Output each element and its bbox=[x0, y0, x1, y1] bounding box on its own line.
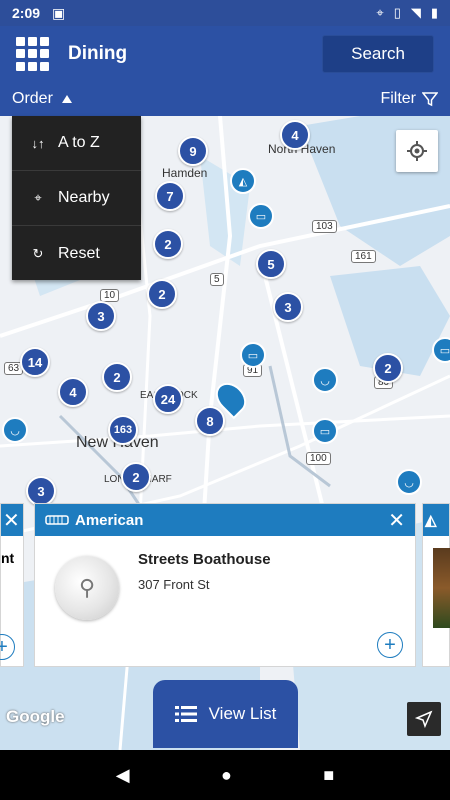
close-icon[interactable]: ✕ bbox=[3, 508, 20, 533]
restaurant-card-right[interactable]: ◭ bbox=[422, 503, 450, 667]
order-menu: ↓↑ A to Z ⌖ Nearby ↻ Reset bbox=[12, 116, 141, 280]
add-icon[interactable]: + bbox=[0, 634, 15, 660]
battery-icon: ▮ bbox=[430, 5, 438, 20]
map-cluster[interactable]: 8 bbox=[195, 406, 225, 436]
map-cluster[interactable]: 2 bbox=[153, 229, 183, 259]
map-cluster[interactable]: 2 bbox=[373, 353, 403, 383]
image-icon: ▣ bbox=[52, 4, 66, 21]
diner-marker-icon[interactable]: ▭ bbox=[312, 418, 338, 444]
restaurant-address: 307 Front St bbox=[138, 577, 210, 592]
app-bar: Dining Search bbox=[0, 26, 450, 82]
filter-label: Filter bbox=[380, 90, 416, 107]
route-shield: 161 bbox=[351, 250, 376, 263]
bowl-marker-icon[interactable]: ◡ bbox=[2, 417, 28, 443]
bowl-marker-icon[interactable]: ◡ bbox=[396, 469, 422, 495]
wifi-icon: ◥ bbox=[410, 5, 421, 20]
navigation-arrow-icon bbox=[415, 710, 433, 728]
map-cluster[interactable]: 14 bbox=[20, 347, 50, 377]
map-cluster[interactable]: 5 bbox=[256, 249, 286, 279]
page-title: Dining bbox=[68, 43, 128, 64]
refresh-icon: ↻ bbox=[32, 245, 44, 261]
food-photo bbox=[433, 548, 450, 628]
map-cluster[interactable]: 3 bbox=[26, 476, 56, 506]
route-shield: 5 bbox=[210, 273, 224, 286]
restaurant-card-left[interactable]: ✕ nt + bbox=[0, 503, 24, 667]
add-icon[interactable]: + bbox=[377, 632, 403, 658]
restaurant-name: Streets Boathouse bbox=[138, 551, 271, 568]
pizza-marker-icon[interactable]: ◭ bbox=[230, 168, 256, 194]
menu-item-label: Reset bbox=[58, 244, 100, 262]
map-cluster[interactable]: 9 bbox=[178, 136, 208, 166]
pizza-icon: ◭ bbox=[423, 504, 449, 536]
menu-item-label: A to Z bbox=[58, 134, 100, 151]
search-button[interactable]: Search bbox=[322, 35, 434, 73]
diner-marker-icon[interactable]: ▭ bbox=[248, 203, 274, 229]
crosshair-icon bbox=[407, 141, 427, 161]
map-cluster[interactable]: 4 bbox=[280, 120, 310, 150]
sort-alpha-icon: ↓↑ bbox=[31, 135, 45, 151]
location-icon: ⌖ bbox=[376, 5, 384, 20]
restaurant-card[interactable]: American ✕ ⚲ Streets Boathouse 307 Front… bbox=[34, 503, 416, 667]
recents-icon[interactable]: ■ bbox=[323, 765, 334, 786]
vibrate-icon: ▯ bbox=[393, 5, 401, 20]
order-reset[interactable]: ↻ Reset bbox=[12, 226, 141, 281]
my-location-button[interactable] bbox=[396, 130, 438, 172]
home-icon[interactable]: ● bbox=[221, 765, 232, 786]
order-nearby[interactable]: ⌖ Nearby bbox=[12, 171, 141, 226]
crosshair-icon: ⌖ bbox=[34, 190, 42, 205]
bowl-marker-icon[interactable]: ◡ bbox=[312, 367, 338, 393]
order-button[interactable]: Order bbox=[12, 90, 73, 108]
status-bar: 2:09 ▣ ⌖ ▯ ◥ ▮ bbox=[0, 0, 450, 26]
route-shield: 103 bbox=[312, 220, 337, 233]
status-time: 2:09 bbox=[12, 5, 41, 21]
order-a-to-z[interactable]: ↓↑ A to Z bbox=[12, 116, 141, 171]
label-hamden: Hamden bbox=[162, 166, 208, 180]
back-icon[interactable]: ◀ bbox=[116, 765, 130, 786]
list-icon bbox=[174, 706, 197, 722]
order-label: Order bbox=[12, 90, 53, 107]
system-nav-bar: ◀ ● ■ bbox=[0, 750, 450, 800]
restaurant-thumbnail: ⚲ bbox=[55, 556, 119, 620]
map-cluster[interactable]: 2 bbox=[121, 462, 151, 492]
apps-menu-icon[interactable] bbox=[16, 37, 50, 71]
caret-up-icon bbox=[61, 95, 72, 103]
close-icon[interactable]: ✕ bbox=[388, 508, 405, 533]
view-list-button[interactable]: View List bbox=[153, 680, 298, 748]
route-shield: 100 bbox=[306, 452, 331, 465]
map-cluster[interactable]: 2 bbox=[147, 279, 177, 309]
map-cluster[interactable]: 163 bbox=[108, 415, 138, 445]
filter-bar: Order Filter bbox=[0, 82, 450, 116]
diner-icon bbox=[45, 515, 69, 525]
map-cluster[interactable]: 2 bbox=[102, 362, 132, 392]
navigate-button[interactable] bbox=[407, 702, 441, 736]
menu-item-label: Nearby bbox=[58, 189, 110, 206]
map-cluster[interactable]: 4 bbox=[58, 377, 88, 407]
map-cluster[interactable]: 24 bbox=[153, 384, 183, 414]
funnel-icon bbox=[422, 92, 438, 107]
filter-button[interactable]: Filter bbox=[380, 90, 438, 108]
map-cluster[interactable]: 3 bbox=[273, 292, 303, 322]
diner-marker-icon[interactable]: ▭ bbox=[240, 342, 266, 368]
map-cluster[interactable]: 7 bbox=[155, 181, 185, 211]
google-logo: Google bbox=[6, 707, 65, 726]
card-name-partial: nt bbox=[1, 550, 15, 566]
map-cluster[interactable]: 3 bbox=[86, 301, 116, 331]
route-shield: 10 bbox=[100, 289, 120, 302]
card-category: American bbox=[75, 511, 144, 529]
view-list-label: View List bbox=[208, 704, 277, 723]
